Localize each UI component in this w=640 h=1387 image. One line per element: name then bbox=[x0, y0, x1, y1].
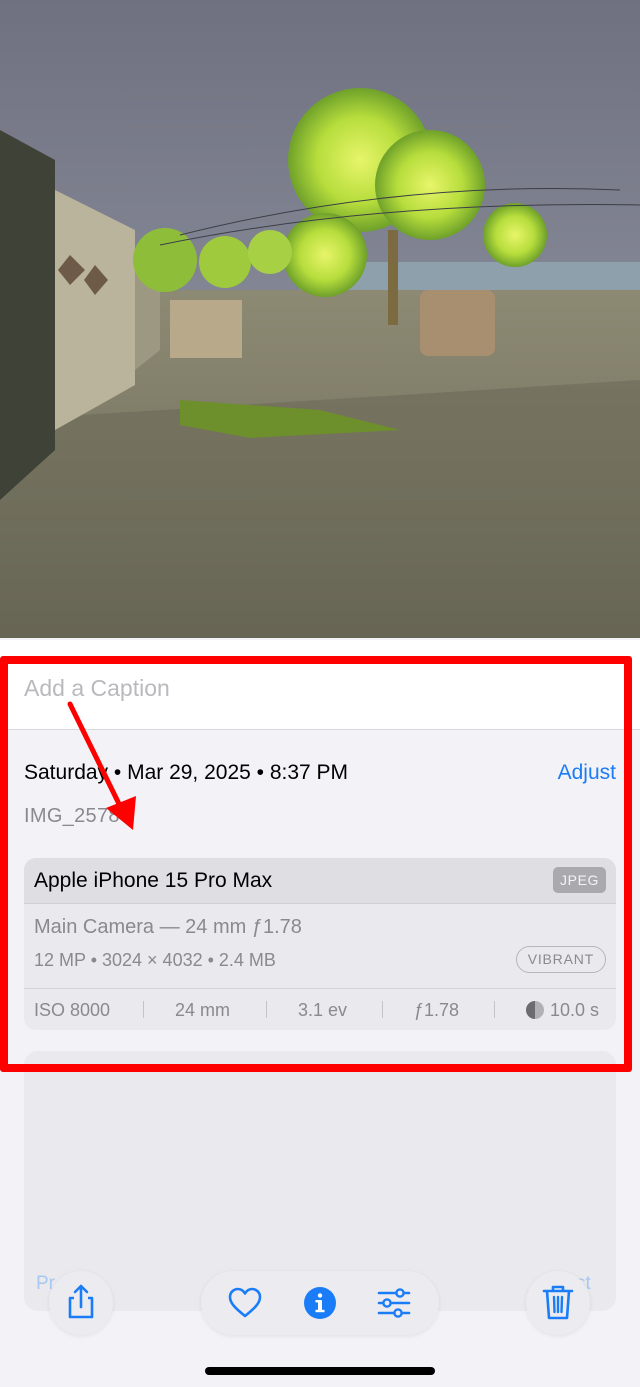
home-indicator[interactable] bbox=[205, 1367, 435, 1375]
favorite-button[interactable] bbox=[213, 1271, 277, 1335]
date-row: Saturday • Mar 29, 2025 • 8:37 PM Adjust bbox=[24, 761, 616, 791]
lens-info: Main Camera — 24 mm ƒ1.78 bbox=[34, 916, 302, 938]
share-button[interactable] bbox=[49, 1271, 113, 1335]
divider bbox=[266, 1001, 267, 1018]
photo-view[interactable] bbox=[0, 0, 640, 638]
adjust-sliders-icon bbox=[377, 1288, 411, 1318]
exif-header: Apple iPhone 15 Pro Max JPEG bbox=[24, 858, 616, 904]
caption-input[interactable] bbox=[24, 668, 584, 708]
caption-section bbox=[0, 640, 640, 730]
info-icon bbox=[304, 1287, 336, 1319]
night-street-photo bbox=[0, 0, 640, 638]
info-button[interactable] bbox=[288, 1271, 352, 1335]
shutter-icon bbox=[526, 1001, 544, 1019]
focal-length-value: 24 mm bbox=[175, 1000, 231, 1020]
edit-button[interactable] bbox=[362, 1271, 426, 1335]
exif-card: Apple iPhone 15 Pro Max JPEG Main Camera… bbox=[24, 858, 616, 1030]
iso-value: ISO 8000 bbox=[34, 1000, 111, 1020]
shutter-value: 10.0 s bbox=[550, 1000, 600, 1020]
heart-icon bbox=[228, 1287, 262, 1318]
format-badge: JPEG bbox=[553, 867, 606, 893]
exposure-value: 3.1 ev bbox=[298, 1000, 348, 1020]
exif-params-row: ISO 8000 24 mm 3.1 ev ƒ1.78 10.0 s bbox=[24, 988, 616, 1030]
device-name: Apple iPhone 15 Pro Max bbox=[34, 869, 273, 892]
capture-date-time: Saturday • Mar 29, 2025 • 8:37 PM bbox=[24, 761, 349, 784]
file-name: IMG_2578 bbox=[24, 805, 120, 827]
photographic-style-badge: VIBRANT bbox=[515, 946, 606, 973]
resolution-info: 12 MP • 3024 × 4032 • 2.4 MB bbox=[34, 950, 276, 970]
divider bbox=[494, 1001, 495, 1018]
action-pill bbox=[201, 1271, 439, 1335]
divider bbox=[382, 1001, 383, 1018]
trash-icon bbox=[542, 1285, 574, 1320]
share-icon bbox=[68, 1284, 94, 1319]
adjust-date-button[interactable]: Adjust bbox=[558, 761, 616, 785]
delete-button[interactable] bbox=[526, 1271, 590, 1335]
divider bbox=[143, 1001, 144, 1018]
aperture-value: ƒ1.78 bbox=[414, 1000, 460, 1020]
shutter-speed: 10.0 s bbox=[526, 1000, 599, 1021]
